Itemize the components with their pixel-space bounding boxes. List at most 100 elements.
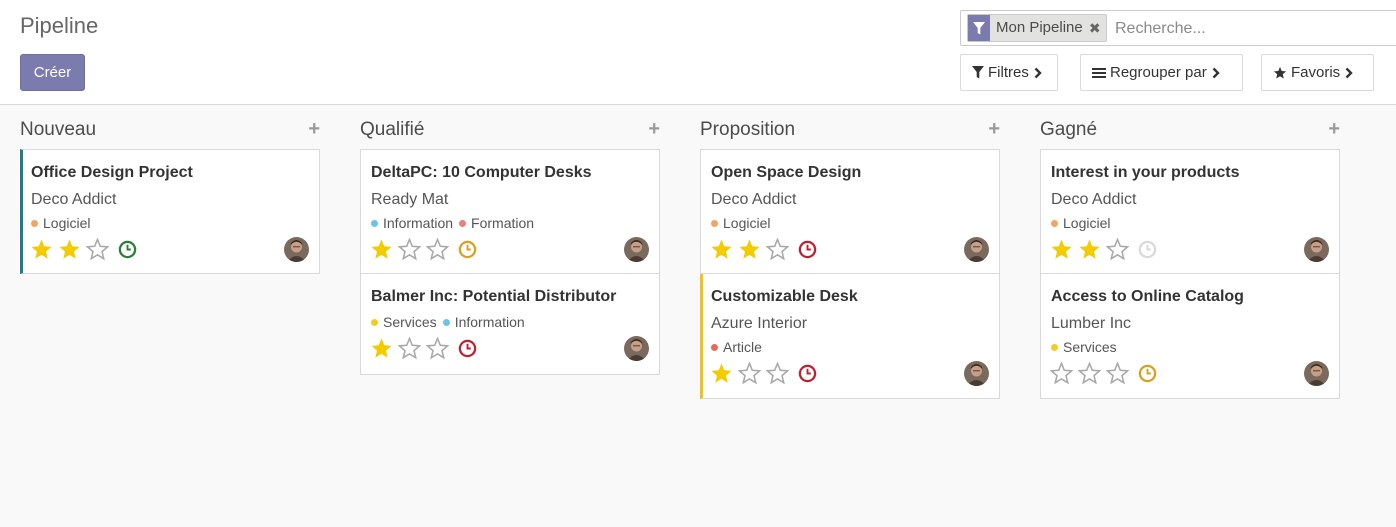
star-empty-icon[interactable] — [86, 238, 109, 261]
star-empty-icon[interactable] — [766, 362, 789, 385]
star-filled-icon[interactable] — [1050, 238, 1073, 261]
user-avatar[interactable] — [1304, 237, 1329, 262]
activity-clock-icon[interactable] — [1138, 240, 1157, 259]
star-filled-icon[interactable] — [58, 238, 81, 261]
tag: Logiciel — [711, 215, 770, 231]
user-avatar[interactable] — [624, 237, 649, 262]
star-empty-icon[interactable] — [426, 238, 449, 261]
star-filled-icon[interactable] — [710, 362, 733, 385]
star-filled-icon[interactable] — [738, 238, 761, 261]
priority-stars — [30, 238, 109, 261]
kanban-card[interactable]: Access to Online Catalog Lumber Inc Servic… — [1040, 274, 1340, 399]
tag-label: Logiciel — [43, 215, 91, 231]
activity-clock-icon[interactable] — [458, 240, 477, 259]
card-title: Customizable Desk — [711, 288, 858, 305]
tag-label: Logiciel — [1063, 215, 1111, 231]
search-input[interactable] — [1115, 17, 1395, 41]
search-box[interactable]: Mon Pipeline ✖ — [960, 10, 1396, 46]
column-add-icon[interactable]: + — [1328, 118, 1340, 141]
card-company: Deco Addict — [711, 191, 797, 208]
card-tags: Logiciel — [711, 215, 770, 231]
favorites-label: Favoris — [1291, 64, 1341, 81]
priority-stars — [370, 238, 449, 261]
star-empty-icon[interactable] — [398, 337, 421, 360]
facet-label: Mon Pipeline — [996, 19, 1083, 36]
card-title: Open Space Design — [711, 164, 862, 181]
kanban-card[interactable]: DeltaPC: 10 Computer Desks Ready Mat Infor… — [360, 149, 660, 274]
activity-clock-icon[interactable] — [798, 364, 817, 383]
tag-color-dot — [371, 219, 378, 227]
card-tags: Services — [1051, 339, 1117, 355]
activity-clock-icon[interactable] — [118, 240, 137, 259]
star-empty-icon[interactable] — [766, 238, 789, 261]
user-avatar[interactable] — [284, 237, 309, 262]
tag-label: Information — [454, 314, 525, 330]
priority-stars — [710, 238, 789, 261]
card-tags: Logiciel — [31, 215, 90, 231]
priority-stars — [1050, 238, 1129, 261]
card-company: Deco Addict — [31, 191, 117, 208]
card-title: Interest in your products — [1051, 164, 1240, 181]
groupby-button[interactable]: Regrouper par — [1080, 54, 1243, 91]
column-title: Qualifié — [360, 119, 425, 140]
kanban-card[interactable]: Balmer Inc: Potential Distributor Service… — [360, 274, 660, 375]
user-avatar[interactable] — [964, 237, 989, 262]
kanban-card[interactable]: Open Space Design Deco Addict Logiciel — [700, 149, 1000, 274]
priority-stars — [370, 337, 449, 360]
tag-color-dot — [459, 219, 467, 227]
user-avatar[interactable] — [1304, 361, 1329, 386]
star-empty-icon[interactable] — [738, 362, 761, 385]
tag-label: Services — [383, 314, 437, 330]
kanban-card[interactable]: Office Design Project Deco Addict Logiciel — [20, 149, 320, 274]
user-avatar[interactable] — [964, 361, 989, 386]
star-filled-icon[interactable] — [1078, 238, 1101, 261]
tag-label: Logiciel — [723, 215, 771, 231]
tag: Information — [442, 314, 525, 330]
activity-clock-icon[interactable] — [458, 339, 477, 358]
search-facet: Mon Pipeline ✖ — [967, 14, 1107, 42]
star-empty-icon[interactable] — [398, 238, 421, 261]
chevron-right-icon — [1345, 67, 1353, 78]
column-title: Proposition — [700, 119, 796, 140]
column-add-icon[interactable]: + — [308, 118, 320, 141]
column-title: Gagné — [1040, 119, 1098, 140]
card-tags: Article — [711, 339, 762, 355]
filter-icon — [968, 15, 990, 41]
card-tags: Information Formation — [371, 215, 534, 231]
card-company: Deco Addict — [1051, 191, 1137, 208]
star-empty-icon[interactable] — [1050, 362, 1073, 385]
tag-label: Formation — [471, 215, 535, 231]
page-title: Pipeline — [20, 13, 99, 38]
filters-button[interactable]: Filtres — [960, 54, 1058, 91]
tag-label: Services — [1063, 339, 1117, 355]
kanban-card[interactable]: Customizable Desk Azure Interior Article — [700, 274, 1000, 399]
favorites-button[interactable]: Favoris — [1261, 54, 1374, 91]
kanban-card[interactable]: Interest in your products Deco Addict Logi… — [1040, 149, 1340, 274]
star-filled-icon[interactable] — [370, 337, 393, 360]
user-avatar[interactable] — [624, 336, 649, 361]
activity-clock-icon[interactable] — [1138, 364, 1157, 383]
column-add-icon[interactable]: + — [988, 118, 1000, 141]
tag: Article — [711, 339, 762, 355]
star-empty-icon[interactable] — [426, 337, 449, 360]
priority-stars — [710, 362, 789, 385]
control-panel: Pipeline Créer Mon Pipeline ✖ Filtres Re… — [0, 0, 1396, 105]
tag-color-dot — [711, 343, 718, 351]
star-filled-icon[interactable] — [710, 238, 733, 261]
star-filled-icon[interactable] — [30, 238, 53, 261]
activity-clock-icon[interactable] — [798, 240, 817, 259]
star-empty-icon[interactable] — [1106, 362, 1129, 385]
card-tags: Logiciel — [1051, 215, 1110, 231]
tag: Services — [1051, 339, 1117, 355]
star-empty-icon[interactable] — [1078, 362, 1101, 385]
column-title: Nouveau — [20, 119, 97, 140]
card-title: Office Design Project — [31, 164, 193, 181]
facet-remove-icon[interactable]: ✖ — [1087, 15, 1103, 41]
tag-label: Article — [723, 339, 762, 355]
star-empty-icon[interactable] — [1106, 238, 1129, 261]
star-filled-icon[interactable] — [370, 238, 393, 261]
column-add-icon[interactable]: + — [648, 118, 660, 141]
tag: Services — [371, 314, 437, 330]
create-button[interactable]: Créer — [20, 54, 85, 91]
tag-color-dot — [1051, 343, 1058, 351]
